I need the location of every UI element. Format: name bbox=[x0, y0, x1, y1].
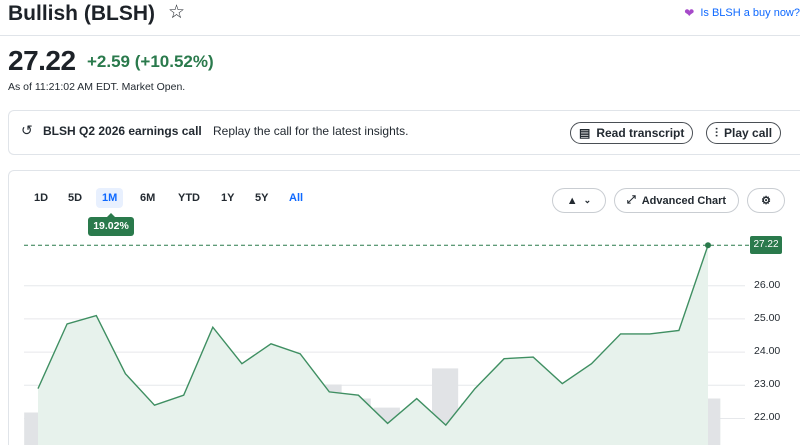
y-tick-label: 24.00 bbox=[754, 345, 781, 358]
y-tick-label: 25.00 bbox=[754, 311, 781, 324]
price-chart[interactable] bbox=[0, 0, 800, 445]
last-price-tag: 27.22 bbox=[750, 236, 782, 255]
y-tick-label: 23.00 bbox=[754, 378, 781, 391]
last-price-point bbox=[705, 242, 711, 249]
price-points bbox=[705, 242, 711, 249]
price-area bbox=[38, 245, 708, 445]
y-tick-label: 22.00 bbox=[754, 411, 781, 424]
y-tick-label: 26.00 bbox=[754, 278, 781, 291]
